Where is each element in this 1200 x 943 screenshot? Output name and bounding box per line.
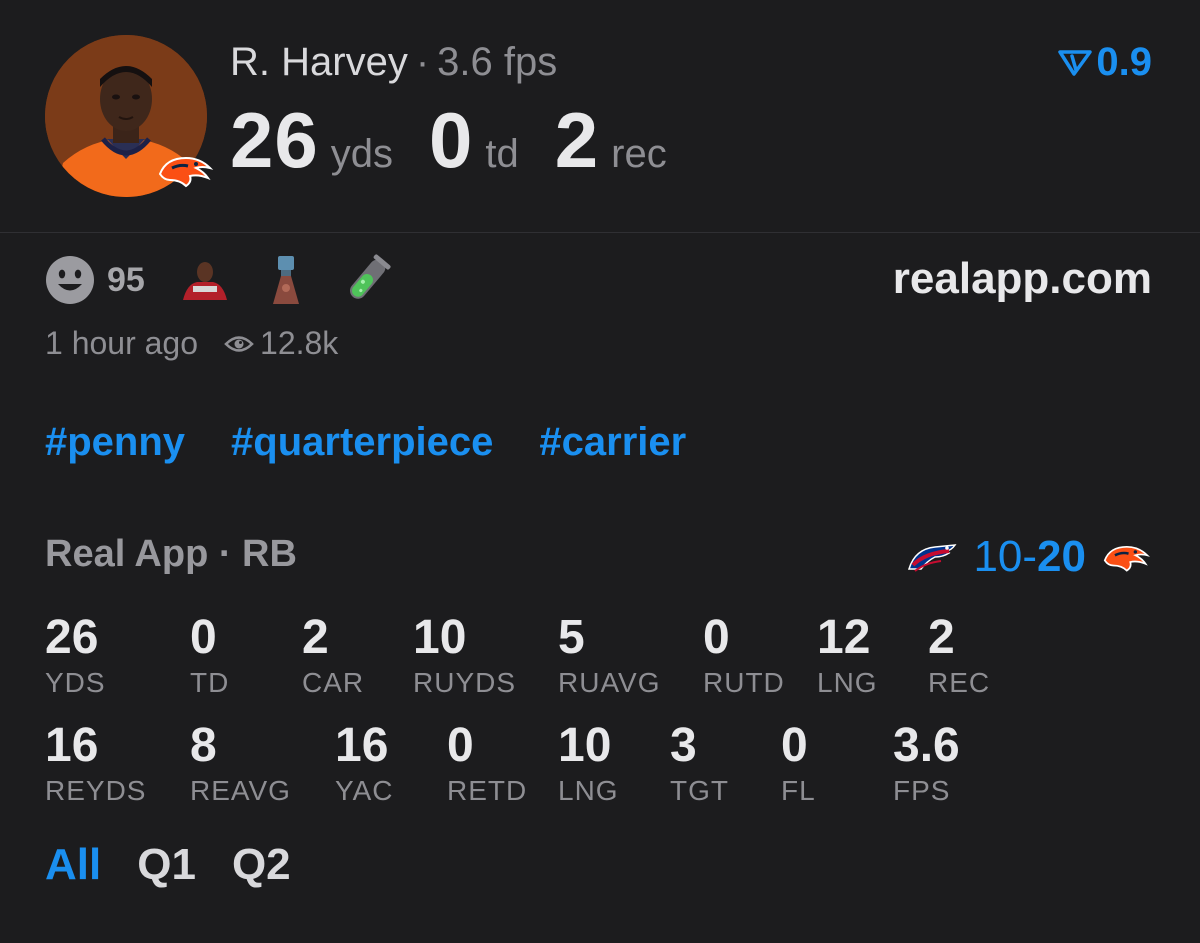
stat-label: CAR <box>302 667 365 698</box>
stat-rutd: 0 RUTD <box>703 612 785 700</box>
bills-logo-icon <box>908 544 957 572</box>
stat-value: 0 <box>447 719 474 772</box>
stat-ruyds: 10 RUYDS <box>413 612 516 700</box>
stat-value: 2 <box>928 611 955 664</box>
stat-label: TD <box>190 667 230 698</box>
post-meta: 1 hour ago 12.8k <box>45 325 338 362</box>
stat-label: FL <box>781 775 816 806</box>
home-score: 20 <box>1037 532 1086 581</box>
score-text: 10-20 <box>973 532 1086 582</box>
section-title: Real App · RB <box>45 533 297 575</box>
stat-label: RUAVG <box>558 667 661 698</box>
stat-label: YDS <box>45 667 106 698</box>
stat-td: 0 TD <box>190 612 229 700</box>
stat-label: LNG <box>817 667 878 698</box>
tab-q1[interactable]: Q1 <box>137 840 196 890</box>
stat-value: 10 <box>413 611 467 664</box>
stat-value: 5 <box>558 611 585 664</box>
broncos-logo-icon <box>158 156 214 188</box>
summary-rec-value: 2 <box>554 96 600 184</box>
hashtag-list: #penny #quarterpiece #carrier <box>45 420 732 465</box>
reactions-row: 95 <box>45 252 431 308</box>
stat-reavg: 8 REAVG <box>190 720 291 808</box>
site-link[interactable]: realapp.com <box>893 254 1152 304</box>
stat-value: 12 <box>817 611 871 664</box>
stat-value: 16 <box>335 719 389 772</box>
summary-rec-unit: rec <box>611 132 667 176</box>
away-score: 10 <box>973 532 1023 581</box>
stat-label: RUTD <box>703 667 785 698</box>
trend-indicator[interactable]: 0.9 <box>1058 40 1152 85</box>
stat-value: 0 <box>190 611 217 664</box>
stat-label: REC <box>928 667 991 698</box>
stat-value: 3 <box>670 719 697 772</box>
stat-rec: 2 REC <box>928 612 990 700</box>
stat-yds: 26 YDS <box>45 612 106 700</box>
game-score[interactable]: 10-20 <box>905 532 1152 582</box>
stat-label: YAC <box>335 775 394 806</box>
stat-label: RETD <box>447 775 528 806</box>
stat-value: 2 <box>302 611 329 664</box>
player-fps: 3.6 fps <box>437 40 558 84</box>
stat-label: LNG <box>558 775 619 806</box>
score-dash: - <box>1022 532 1038 581</box>
stat-label: FPS <box>893 775 951 806</box>
stat-fps: 3.6 FPS <box>893 720 960 808</box>
stat-value: 0 <box>703 611 730 664</box>
hashtag-quarterpiece[interactable]: #quarterpiece <box>231 420 493 465</box>
reaction-count: 95 <box>107 260 145 299</box>
trend-value: 0.9 <box>1096 40 1152 84</box>
stat-label: REYDS <box>45 775 147 806</box>
stat-value: 16 <box>45 719 99 772</box>
stat-lng-2: 10 LNG <box>558 720 619 808</box>
stat-car: 2 CAR <box>302 612 364 700</box>
eye-icon <box>224 335 254 352</box>
tab-q2[interactable]: Q2 <box>232 840 291 890</box>
tab-all[interactable]: All <box>45 840 101 890</box>
stat-tgt: 3 TGT <box>670 720 729 808</box>
separator-dot: · <box>415 40 430 84</box>
stat-value: 10 <box>558 719 612 772</box>
view-count: 12.8k <box>260 325 339 361</box>
summary-stats: 26 yds 0 td 2 rec <box>230 95 703 186</box>
hashtag-carrier[interactable]: #carrier <box>539 420 686 465</box>
stat-value: 26 <box>45 611 99 664</box>
player-name[interactable]: R. Harvey <box>230 40 408 84</box>
stat-label: TGT <box>670 775 729 806</box>
stat-reyds: 16 REYDS <box>45 720 146 808</box>
stat-yac: 16 YAC <box>335 720 394 808</box>
header-divider <box>0 232 1200 233</box>
stat-value: 3.6 <box>893 719 960 772</box>
stat-fl: 0 FL <box>781 720 816 808</box>
hashtag-penny[interactable]: #penny <box>45 420 185 465</box>
post-time: 1 hour ago <box>45 325 199 361</box>
stat-retd: 0 RETD <box>447 720 527 808</box>
broncos-logo-icon <box>1103 545 1151 572</box>
stat-label: RUYDS <box>413 667 517 698</box>
stat-value: 0 <box>781 719 808 772</box>
stat-label: REAVG <box>190 775 291 806</box>
period-tabs: All Q1 Q2 <box>45 840 327 890</box>
stat-lng: 12 LNG <box>817 612 878 700</box>
summary-yards-value: 26 <box>230 96 319 184</box>
smiley-icon[interactable] <box>45 255 95 305</box>
statue-emoji-icon[interactable] <box>269 254 303 306</box>
summary-td-value: 0 <box>429 96 474 184</box>
trend-arrow-icon <box>1058 49 1093 76</box>
summary-td-unit: td <box>485 132 519 176</box>
player-emoji-icon[interactable] <box>179 260 231 300</box>
stat-ruavg: 5 RUAVG <box>558 612 661 700</box>
player-name-line: R. Harvey · 3.6 fps <box>230 38 557 86</box>
summary-yards-unit: yds <box>330 132 394 176</box>
test-tube-icon[interactable] <box>341 254 393 306</box>
stat-value: 8 <box>190 719 217 772</box>
